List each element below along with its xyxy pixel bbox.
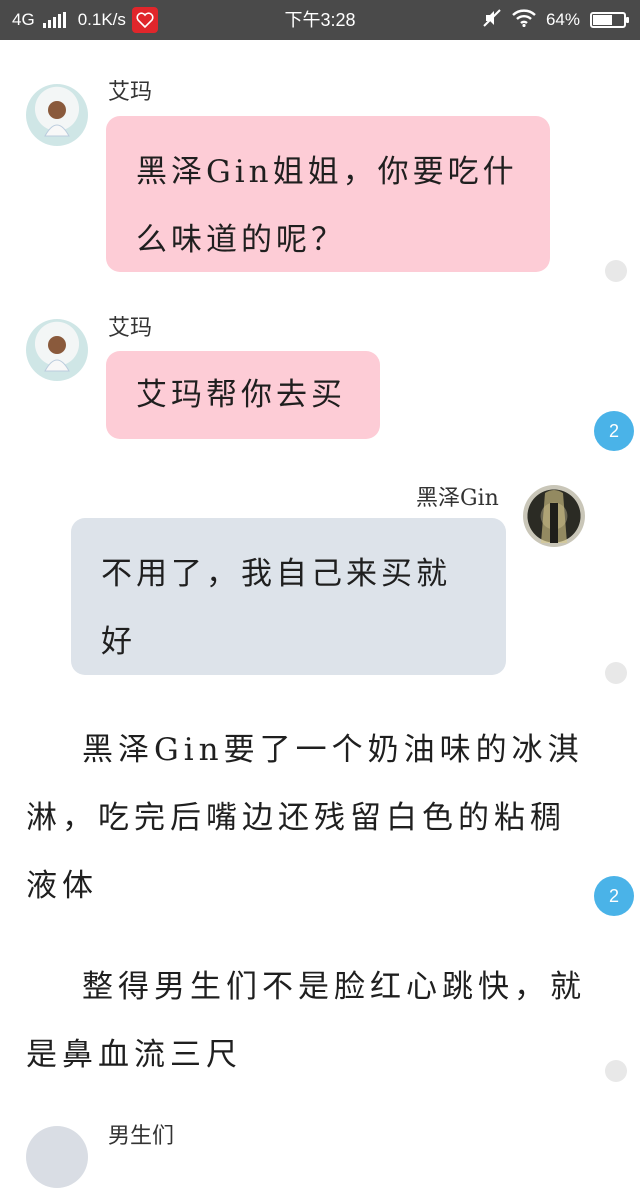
speaker-name: 黑泽Gin (416, 486, 499, 511)
speaker-name: 艾玛 (108, 316, 153, 341)
comment-count-badge[interactable]: 2 (594, 876, 634, 916)
comment-dot[interactable] (605, 260, 627, 282)
message-bubble[interactable]: 不用了，我自己来买就好 (71, 518, 506, 675)
avatar[interactable] (26, 319, 88, 381)
status-bar: 4G 0.1K/s 下午3:28 64% (0, 0, 640, 40)
speaker-name: 艾玛 (108, 80, 153, 105)
speaker-name: 男生们 (108, 1124, 175, 1149)
battery-fill (593, 15, 613, 25)
avatar[interactable] (26, 1126, 88, 1188)
avatar[interactable] (26, 84, 88, 146)
battery-icon (590, 12, 629, 28)
battery-percent: 64% (545, 10, 580, 29)
wifi-icon (512, 8, 536, 32)
narration-paragraph: 整得男生们不是脸红心跳快，就是鼻血流三尺 (26, 969, 586, 1073)
narration-paragraph: 黑泽Gin要了一个奶油味的冰淇淋，吃完后嘴边还残留白色的粘稠液体 (26, 732, 584, 904)
mute-icon (482, 8, 502, 33)
comment-dot[interactable] (605, 1060, 627, 1082)
status-right: 64% (482, 0, 629, 40)
avatar[interactable] (523, 485, 585, 547)
message-bubble[interactable]: 黑泽Gin姐姐，你要吃什么味道的呢？ (106, 116, 550, 272)
comment-count-badge[interactable]: 2 (594, 411, 634, 451)
comment-dot[interactable] (605, 662, 627, 684)
message-bubble[interactable]: 艾玛帮你去买 (106, 351, 380, 439)
